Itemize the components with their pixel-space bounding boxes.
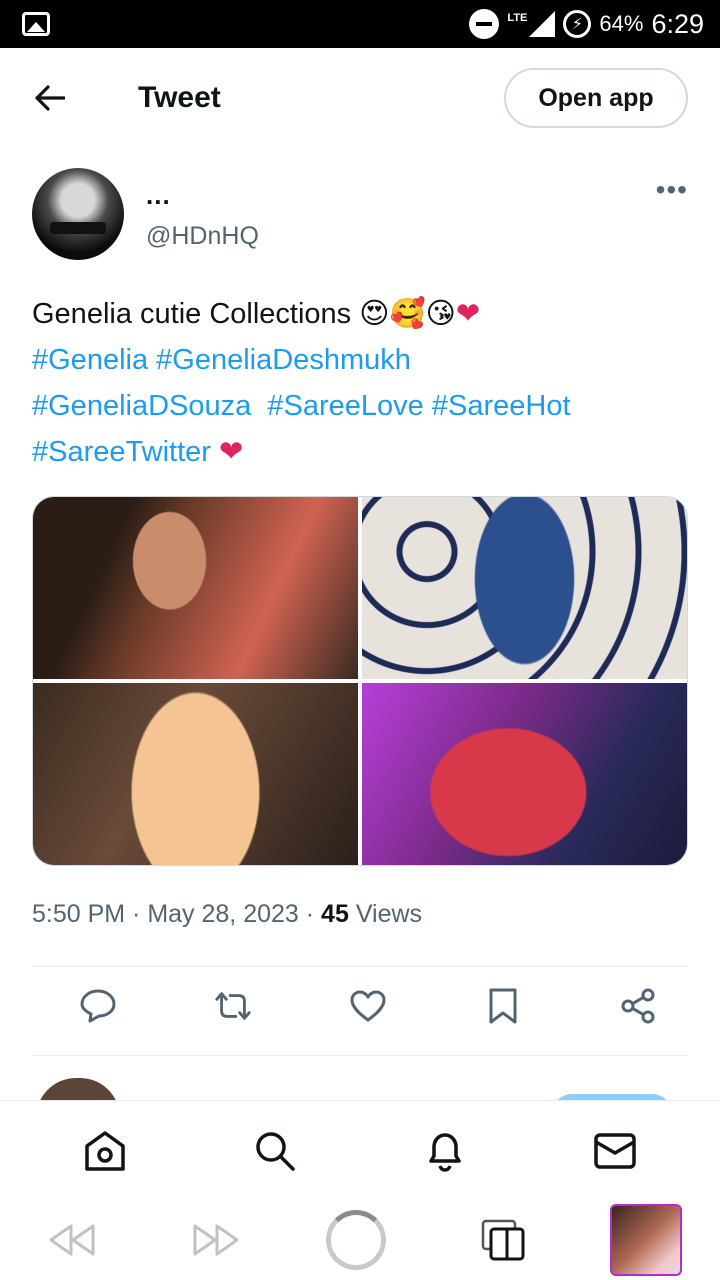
views-label: Views: [355, 900, 423, 928]
tweet-photo[interactable]: [362, 497, 687, 679]
author-avatar[interactable]: [32, 168, 124, 260]
tweet-text: Genelia cutie Collections 😍🥰😘❤ #Genelia …: [32, 290, 688, 475]
retweet-icon[interactable]: [213, 986, 253, 1026]
reply-icon[interactable]: [78, 986, 118, 1026]
status-bar: LTE ⚡ 64% 6:29: [0, 0, 720, 48]
tweet-actions: [32, 986, 688, 1036]
divider: [32, 1055, 688, 1056]
tweet-header: Tweet Open app: [0, 48, 720, 148]
battery-percent: 64%: [599, 11, 644, 36]
fast-forward-icon[interactable]: [186, 1210, 246, 1270]
hashtag-link[interactable]: #SareeLove: [267, 390, 423, 422]
rewind-back-icon[interactable]: [42, 1210, 102, 1270]
bookmark-icon[interactable]: [483, 986, 523, 1026]
share-icon[interactable]: [618, 986, 658, 1026]
network-type: LTE: [507, 12, 528, 24]
tweet-photo[interactable]: [33, 683, 358, 865]
tab-thumbnail-preview[interactable]: [610, 1204, 682, 1276]
tabs-switcher-icon[interactable]: [474, 1210, 534, 1270]
do-not-disturb-icon: [469, 9, 500, 39]
messages-mail-icon[interactable]: [591, 1127, 639, 1175]
search-icon[interactable]: [251, 1127, 299, 1175]
bottom-navigation: [0, 1100, 720, 1200]
page-title: Tweet: [138, 81, 221, 114]
back-arrow-icon[interactable]: [32, 80, 68, 116]
tweet-photo[interactable]: [33, 497, 358, 679]
clock: 6:29: [651, 8, 704, 39]
hashtag-link[interactable]: #GeneliaDSouza: [32, 390, 251, 422]
like-heart-icon[interactable]: [348, 986, 388, 1026]
browser-bottom-bar: [0, 1200, 720, 1280]
heart-emoji: ❤: [455, 298, 481, 330]
tweet-photo[interactable]: [362, 683, 687, 865]
open-app-button[interactable]: Open app: [504, 68, 688, 128]
heart-emoji: ❤: [218, 436, 244, 468]
hashtag-link[interactable]: #SareeHot: [432, 390, 571, 422]
home-icon[interactable]: [81, 1127, 129, 1175]
signal-icon: [529, 11, 556, 37]
tweet-emojis: 😍🥰😘: [359, 296, 456, 330]
tweet-meta: 5:50 PM · May 28, 2023 · 45 Views: [32, 900, 423, 928]
tweet-media-grid: [32, 496, 688, 866]
author-name[interactable]: ...: [146, 182, 259, 208]
hashtag-link[interactable]: #Genelia: [32, 344, 148, 376]
hashtag-link[interactable]: #GeneliaDeshmukh: [156, 344, 411, 376]
notifications-bell-icon[interactable]: [421, 1127, 469, 1175]
hashtag-link[interactable]: #SareeTwitter: [32, 436, 211, 468]
loading-spinner-icon: [326, 1210, 386, 1270]
gallery-notification-icon: [22, 12, 50, 36]
tweet-date[interactable]: May 28, 2023: [147, 900, 299, 928]
tweet-author: ... @HDnHQ •••: [32, 168, 688, 260]
more-options-icon[interactable]: •••: [656, 174, 688, 205]
tweet-time[interactable]: 5:50 PM: [32, 900, 125, 928]
views-count: 45: [321, 900, 349, 928]
battery-charging-icon: ⚡: [563, 10, 592, 38]
divider: [32, 966, 688, 967]
author-handle[interactable]: @HDnHQ: [146, 222, 259, 251]
tweet-text-plain: Genelia cutie Collections: [32, 298, 360, 330]
